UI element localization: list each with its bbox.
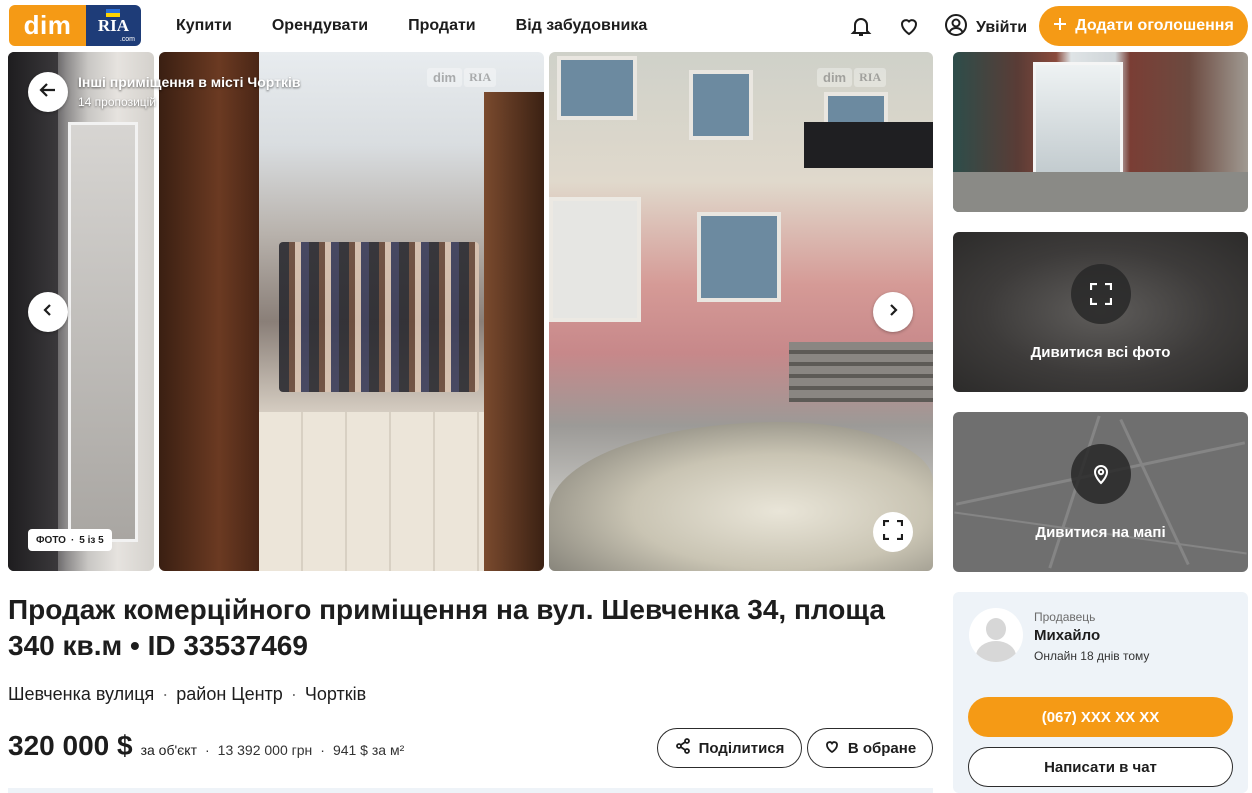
price-uah: 13 392 000 грн [217, 742, 313, 758]
back-button[interactable] [28, 72, 68, 112]
side-photo[interactable] [953, 52, 1248, 212]
gallery-subtitle: 14 пропозицій [78, 95, 157, 109]
chat-button[interactable]: Написати в чат [968, 747, 1233, 787]
avatar [969, 608, 1023, 662]
share-button[interactable]: Поділитися [657, 728, 802, 768]
address-district[interactable]: район Центр [176, 684, 283, 705]
expand-icon [1070, 263, 1131, 324]
photo-counter: ФОТО · 5 із 5 [28, 529, 112, 551]
nav-rent[interactable]: Орендувати [272, 17, 368, 35]
listing-title: Продаж комерційного приміщення на вул. Ш… [8, 594, 885, 661]
chevron-left-icon [41, 303, 55, 322]
login-button[interactable]: Увійти [944, 13, 1027, 42]
fullscreen-button[interactable] [873, 512, 913, 552]
nav-developer[interactable]: Від забудовника [516, 17, 648, 35]
add-listing-label: Додати оголошення [1075, 17, 1234, 34]
seller-card: Продавець Михайло Онлайн 18 днів тому (0… [953, 592, 1248, 793]
photo-counter-value: 5 із 5 [79, 534, 104, 546]
heart-icon [824, 738, 840, 758]
all-photos-label: Дивитися всі фото [1030, 343, 1171, 361]
site-logo[interactable]: dim RIA .com [9, 5, 141, 46]
map-tile[interactable]: Дивитися на мапі [953, 412, 1248, 572]
expand-icon [882, 519, 904, 545]
price-row: 320 000 $ за об'єкт · 13 392 000 грн · 9… [8, 730, 405, 761]
logo-ria-text: RIA [97, 15, 130, 35]
gallery-title[interactable]: Інші приміщення в місті Чортків [78, 74, 301, 90]
content-strip [8, 788, 933, 793]
favorite-label: В обране [847, 739, 917, 757]
show-phone-button[interactable]: (067) XXX XX XX [968, 697, 1233, 737]
bell-icon[interactable] [849, 14, 873, 38]
watermark: dim RIA [427, 68, 497, 87]
prev-photo-button[interactable] [28, 292, 68, 332]
logo-ria-suffix: .com [119, 36, 135, 43]
login-label: Увійти [976, 18, 1028, 36]
price: 320 000 $ [8, 730, 133, 761]
location-pin-icon [1070, 443, 1131, 504]
share-icon [675, 738, 691, 758]
all-photos-tile[interactable]: Дивитися всі фото [953, 232, 1248, 392]
arrow-left-icon [39, 81, 57, 104]
main-nav: Купити Орендувати Продати Від забудовник… [176, 0, 687, 52]
nav-sell[interactable]: Продати [408, 17, 476, 35]
seller-online-status: Онлайн 18 днів тому [1034, 649, 1150, 663]
photo-counter-label: ФОТО [36, 534, 66, 546]
chevron-right-icon [886, 303, 900, 322]
price-unit: за об'єкт [140, 742, 197, 758]
flag-icon [106, 9, 120, 17]
map-label: Дивитися на мапі [1035, 523, 1166, 541]
logo-ria: RIA .com [86, 5, 141, 46]
seller-name[interactable]: Михайло [1034, 627, 1100, 644]
address-street[interactable]: Шевченка вулиця [8, 684, 154, 705]
listing-address: Шевченка вулиця · район Центр · Чортків [8, 684, 367, 705]
plus-icon [1053, 17, 1067, 36]
nav-buy[interactable]: Купити [176, 17, 232, 35]
add-listing-button[interactable]: Додати оголошення [1039, 6, 1248, 46]
next-photo-button[interactable] [873, 292, 913, 332]
price-per-m2: 941 $ за м² [332, 742, 405, 758]
seller-role: Продавець [1034, 610, 1096, 624]
share-label: Поділитися [698, 739, 785, 757]
top-header: dim RIA .com Купити Орендувати Продати В… [0, 0, 1252, 52]
address-city[interactable]: Чортків [305, 684, 366, 705]
gallery-photo-main[interactable]: dim RIA [159, 52, 544, 571]
favorite-button[interactable]: В обране [807, 728, 933, 768]
watermark: dim RIA [817, 68, 887, 87]
logo-dim: dim [9, 5, 86, 46]
user-icon [944, 13, 968, 42]
heart-icon[interactable] [897, 14, 921, 38]
